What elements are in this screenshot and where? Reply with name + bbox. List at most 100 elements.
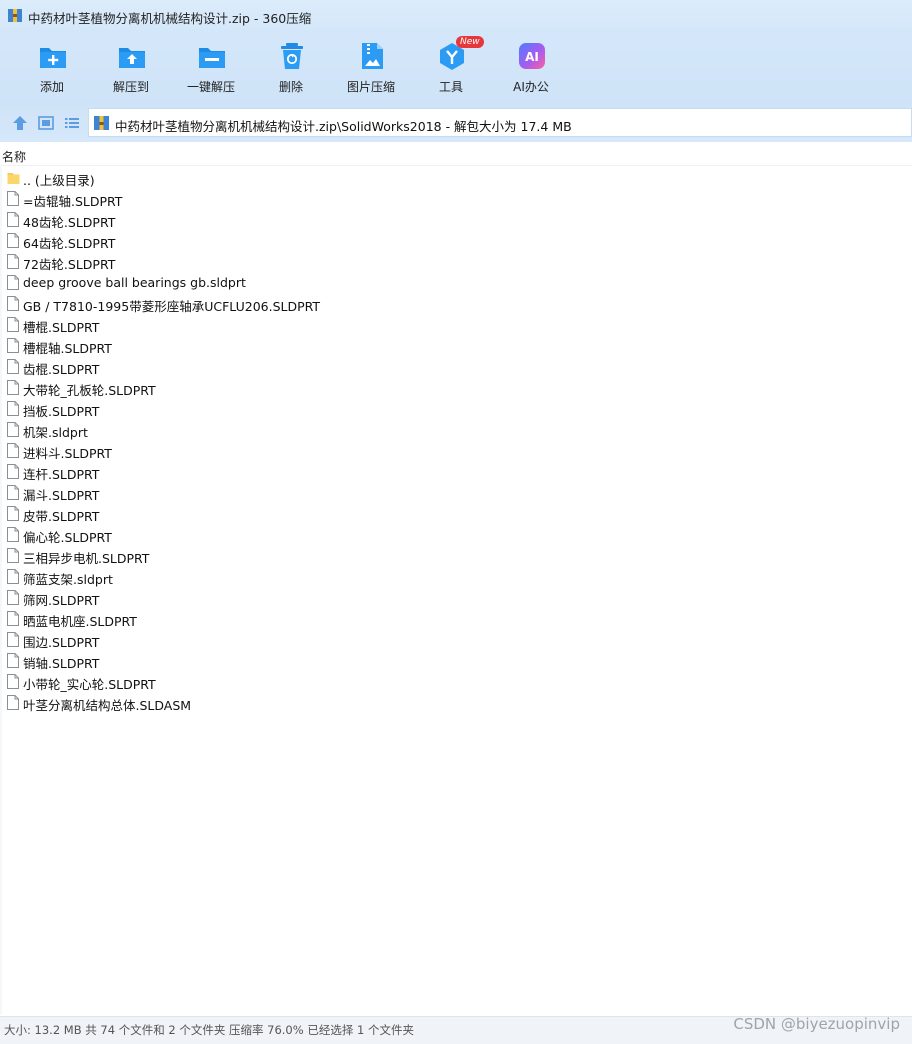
file-icon	[7, 548, 19, 563]
one-click-extract-icon	[199, 48, 225, 68]
file-row[interactable]: 筛蓝支架.sldprt	[0, 566, 912, 587]
file-icon	[7, 632, 19, 647]
name-column-header[interactable]: 名称	[2, 148, 26, 165]
file-name: GB / T7810-1995带菱形座轴承UCFLU206.SLDPRT	[23, 299, 321, 314]
file-icon	[7, 590, 19, 605]
file-row[interactable]: 偏心轮.SLDPRT	[0, 524, 912, 545]
archive-icon	[94, 116, 109, 130]
delete-button[interactable]: 删除	[255, 38, 327, 98]
file-row[interactable]: 大带轮_孔板轮.SLDPRT	[0, 377, 912, 398]
title-bar: 中药材叶茎植物分离机机械结构设计.zip - 360压缩	[0, 0, 912, 32]
file-row[interactable]: 72齿轮.SLDPRT	[0, 251, 912, 272]
column-header[interactable]: 名称	[0, 145, 912, 166]
file-row[interactable]: 机架.sldprt	[0, 419, 912, 440]
file-name: deep groove ball bearings gb.sldprt	[23, 275, 246, 290]
file-row[interactable]: =齿辊轴.SLDPRT	[0, 188, 912, 209]
extract-to-button[interactable]: 解压到	[95, 38, 167, 98]
file-row[interactable]: 64齿轮.SLDPRT	[0, 230, 912, 251]
file-icon	[7, 464, 19, 479]
parent-directory-row[interactable]: .. (上级目录)	[0, 167, 912, 188]
file-row[interactable]: 叶茎分离机结构总体.SLDASM	[0, 692, 912, 713]
file-name: 围边.SLDPRT	[23, 635, 100, 650]
file-icon	[7, 674, 19, 689]
file-icon	[7, 296, 19, 311]
file-row[interactable]: 筛网.SLDPRT	[0, 587, 912, 608]
file-icon	[7, 401, 19, 416]
file-name: =齿辊轴.SLDPRT	[23, 194, 123, 209]
window-title: 中药材叶茎植物分离机机械结构设计.zip - 360压缩	[28, 11, 312, 26]
file-icon	[7, 506, 19, 521]
file-icon	[7, 527, 19, 542]
file-name: 叶茎分离机结构总体.SLDASM	[23, 698, 192, 713]
ai-office-button[interactable]: AI AI办公	[495, 38, 567, 98]
new-badge: New	[456, 36, 484, 48]
file-row[interactable]: 三相异步电机.SLDPRT	[0, 545, 912, 566]
file-name: 晒蓝电机座.SLDPRT	[23, 614, 137, 629]
file-icon	[7, 212, 19, 227]
file-row[interactable]: 围边.SLDPRT	[0, 629, 912, 650]
file-row[interactable]: deep groove ball bearings gb.sldprt	[0, 272, 912, 293]
ai-icon-text: AI	[525, 50, 539, 64]
file-icon	[7, 485, 19, 500]
file-icon	[7, 653, 19, 668]
one-click-extract-button[interactable]: 一键解压	[175, 38, 247, 98]
archive-app-icon	[8, 9, 22, 22]
delete-icon	[281, 43, 303, 69]
file-name: 72齿轮.SLDPRT	[23, 257, 116, 272]
file-icon	[7, 233, 19, 248]
file-icon	[7, 380, 19, 395]
file-icon	[7, 338, 19, 353]
file-icon	[7, 317, 19, 332]
path-text: 中药材叶茎植物分离机机械结构设计.zip\SolidWorks2018 - 解包…	[115, 119, 572, 134]
file-row[interactable]: 槽棍轴.SLDPRT	[0, 335, 912, 356]
file-name: 进料斗.SLDPRT	[23, 446, 112, 461]
delete-label: 删除	[278, 80, 303, 94]
thumbnail-view-icon[interactable]	[37, 114, 55, 132]
file-row[interactable]: 皮带.SLDPRT	[0, 503, 912, 524]
file-name: 齿棍.SLDPRT	[23, 362, 100, 377]
file-name: 64齿轮.SLDPRT	[23, 236, 116, 251]
tools-button[interactable]: New 工具	[415, 36, 487, 98]
file-row[interactable]: 齿棍.SLDPRT	[0, 356, 912, 377]
ai-office-icon: AI	[519, 43, 545, 69]
file-name: 筛蓝支架.sldprt	[23, 572, 113, 587]
file-row[interactable]: 销轴.SLDPRT	[0, 650, 912, 671]
extract-to-label: 解压到	[112, 80, 149, 94]
add-label: 添加	[39, 80, 64, 94]
file-name: .. (上级目录)	[23, 173, 95, 188]
file-row[interactable]: 连杆.SLDPRT	[0, 461, 912, 482]
file-icon	[7, 611, 19, 626]
file-list: .. (上级目录) =齿辊轴.SLDPRT 48齿轮.SLDPRT 64齿轮.SLDP…	[0, 167, 912, 713]
path-bar[interactable]: 中药材叶茎植物分离机机械结构设计.zip\SolidWorks2018 - 解包…	[88, 108, 912, 137]
file-name: 漏斗.SLDPRT	[23, 488, 100, 503]
file-row[interactable]: 小带轮_实心轮.SLDPRT	[0, 671, 912, 692]
file-row[interactable]: 晒蓝电机座.SLDPRT	[0, 608, 912, 629]
toolbar: 添加 解压到 一键解压 删除 图片压缩 New 工具 AI AI办公	[0, 32, 912, 104]
file-row[interactable]: 漏斗.SLDPRT	[0, 482, 912, 503]
file-name: 筛网.SLDPRT	[23, 593, 100, 608]
file-row[interactable]: GB / T7810-1995带菱形座轴承UCFLU206.SLDPRT	[0, 293, 912, 314]
file-icon	[7, 569, 19, 584]
list-view-icon[interactable]	[63, 114, 81, 132]
add-icon	[40, 48, 66, 68]
file-icon	[7, 422, 19, 437]
file-icon	[7, 359, 19, 374]
file-icon	[7, 443, 19, 458]
watermark-text: CSDN @biyezuopinvip	[733, 1015, 900, 1033]
folder-icon	[7, 173, 20, 184]
ai-office-label: AI办公	[513, 80, 549, 94]
up-arrow-icon[interactable]	[11, 114, 29, 132]
file-name: 三相异步电机.SLDPRT	[23, 551, 150, 566]
add-button[interactable]: 添加	[16, 38, 88, 98]
one-click-extract-label: 一键解压	[186, 80, 235, 94]
file-name: 48齿轮.SLDPRT	[23, 215, 116, 230]
file-row[interactable]: 挡板.SLDPRT	[0, 398, 912, 419]
file-name: 小带轮_实心轮.SLDPRT	[23, 677, 156, 692]
file-row[interactable]: 进料斗.SLDPRT	[0, 440, 912, 461]
image-compress-button[interactable]: 图片压缩	[335, 38, 407, 98]
file-row[interactable]: 槽棍.SLDPRT	[0, 314, 912, 335]
file-row[interactable]: 48齿轮.SLDPRT	[0, 209, 912, 230]
file-icon	[7, 191, 19, 206]
file-name: 连杆.SLDPRT	[23, 467, 100, 482]
image-compress-icon	[362, 43, 383, 69]
